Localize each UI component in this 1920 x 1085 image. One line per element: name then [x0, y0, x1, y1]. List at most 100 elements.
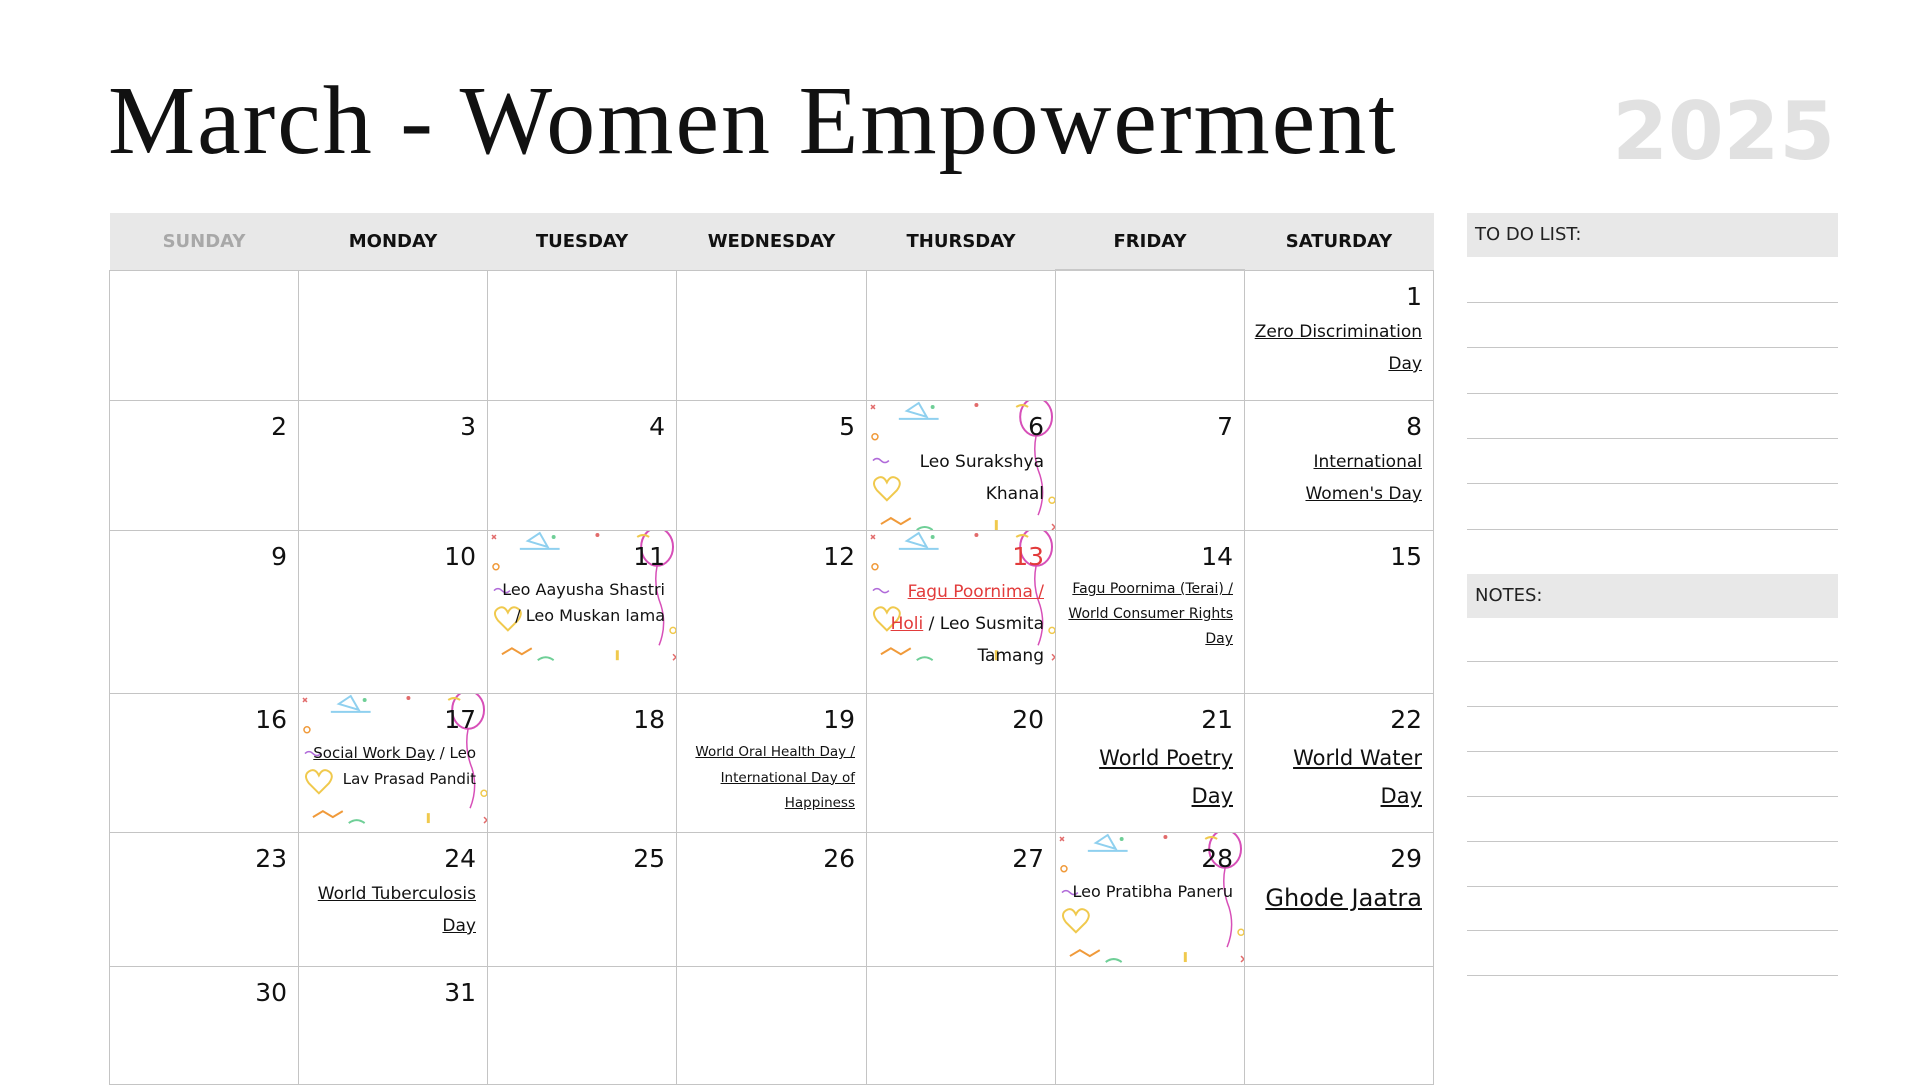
week-row: 30 31 — [109, 965, 1434, 1085]
week-row: 9 10 11 Leo Aayusha Shastri / Leo Muskan… — [109, 529, 1434, 694]
week-row: 23 24 World Tuberculosis Day 25 26 27 28… — [109, 831, 1434, 967]
day-cell-27[interactable]: 27 — [866, 831, 1056, 967]
day-cell-empty — [866, 965, 1056, 1085]
day-number-holiday: 13 — [1012, 541, 1044, 571]
event-social-work-day: Social Work Day / Leo Lav Prasad Pandit — [299, 736, 487, 793]
day-number: 29 — [1390, 843, 1422, 873]
day-number: 2 — [271, 411, 287, 441]
day-number: 20 — [1012, 704, 1044, 734]
day-number: 11 — [633, 541, 665, 571]
day-number: 30 — [255, 977, 287, 1007]
day-cell-13[interactable]: 13 Fagu Poornima / Holi / Leo Susmita Ta… — [866, 529, 1056, 694]
notes-line[interactable] — [1467, 841, 1838, 842]
todo-line[interactable] — [1467, 393, 1838, 394]
day-cell-empty — [1055, 269, 1245, 401]
notes-line[interactable] — [1467, 886, 1838, 887]
day-number: 26 — [823, 843, 855, 873]
event-birthday: Leo Pratibha Paneru — [1072, 882, 1233, 901]
day-cell-23[interactable]: 23 — [109, 831, 299, 967]
weekday-friday: FRIDAY — [1055, 213, 1245, 270]
day-number: 23 — [255, 843, 287, 873]
day-cell-1[interactable]: 1 Zero Discrimination Day — [1244, 269, 1434, 401]
event-world-tuberculosis-day[interactable]: World Tuberculosis Day — [299, 875, 487, 943]
day-cell-31[interactable]: 31 — [298, 965, 488, 1085]
day-number: 3 — [460, 411, 476, 441]
social-work-day-link[interactable]: Social Work Day — [313, 744, 435, 762]
notes-line[interactable] — [1467, 751, 1838, 752]
day-cell-26[interactable]: 26 — [676, 831, 867, 967]
event-zero-discrimination-day[interactable]: Zero Discrimination Day — [1245, 313, 1433, 381]
day-number: 5 — [839, 411, 855, 441]
day-number: 1 — [1406, 281, 1422, 311]
event-holi: Fagu Poornima / Holi / Leo Susmita Taman… — [867, 573, 1055, 673]
day-number: 14 — [1201, 541, 1233, 571]
notes-line[interactable] — [1467, 796, 1838, 797]
notes-line[interactable] — [1467, 661, 1838, 662]
todo-line[interactable] — [1467, 347, 1838, 348]
day-number: 19 — [823, 704, 855, 734]
day-cell-22[interactable]: 22 World Water Day — [1244, 692, 1434, 833]
day-cell-empty — [487, 269, 677, 401]
day-cell-empty — [109, 269, 299, 401]
day-number: 27 — [1012, 843, 1044, 873]
day-cell-4[interactable]: 4 — [487, 399, 677, 531]
notes-line[interactable] — [1467, 975, 1838, 976]
day-cell-21[interactable]: 21 World Poetry Day — [1055, 692, 1245, 833]
todo-line[interactable] — [1467, 302, 1838, 303]
event-world-oral-health-day[interactable]: World Oral Health Day / International Da… — [677, 736, 866, 817]
weekday-wednesday: WEDNESDAY — [676, 213, 867, 270]
todo-line[interactable] — [1467, 438, 1838, 439]
event-world-water-day[interactable]: World Water Day — [1245, 736, 1433, 816]
day-cell-29[interactable]: 29 Ghode Jaatra — [1244, 831, 1434, 967]
day-cell-10[interactable]: 10 — [298, 529, 488, 694]
event-world-consumer-rights-day[interactable]: Fagu Poornima (Terai) / World Consumer R… — [1056, 573, 1244, 653]
day-number: 10 — [444, 541, 476, 571]
weekday-header-row: SUNDAY MONDAY TUESDAY WEDNESDAY THURSDAY… — [109, 213, 1434, 270]
notes-line[interactable] — [1467, 930, 1838, 931]
day-cell-3[interactable]: 3 — [298, 399, 488, 531]
day-number: 21 — [1201, 704, 1233, 734]
event-international-womens-day[interactable]: International Women's Day — [1245, 443, 1433, 511]
notes-line[interactable] — [1467, 706, 1838, 707]
day-cell-17[interactable]: 17 Social Work Day / Leo Lav Prasad Pand… — [298, 692, 488, 833]
day-cell-empty — [676, 965, 867, 1085]
calendar-grid: SUNDAY MONDAY TUESDAY WEDNESDAY THURSDAY… — [109, 213, 1434, 1085]
day-cell-11[interactable]: 11 Leo Aayusha Shastri / Leo Muskan lama — [487, 529, 677, 694]
day-cell-25[interactable]: 25 — [487, 831, 677, 967]
page-title: March - Women Empowerment — [108, 67, 1398, 175]
day-cell-18[interactable]: 18 — [487, 692, 677, 833]
weekday-thursday: THURSDAY — [866, 213, 1056, 270]
day-cell-15[interactable]: 15 — [1244, 529, 1434, 694]
event-ghode-jaatra[interactable]: Ghode Jaatra — [1245, 875, 1433, 917]
day-number: 16 — [255, 704, 287, 734]
day-cell-8[interactable]: 8 International Women's Day — [1244, 399, 1434, 531]
day-cell-empty — [1244, 965, 1434, 1085]
day-number: 9 — [271, 541, 287, 571]
day-cell-6[interactable]: 6 Leo Surakshya Khanal — [866, 399, 1056, 531]
day-number: 18 — [633, 704, 665, 734]
day-cell-19[interactable]: 19 World Oral Health Day / International… — [676, 692, 867, 833]
day-cell-empty — [676, 269, 867, 401]
day-number: 4 — [649, 411, 665, 441]
todo-line[interactable] — [1467, 483, 1838, 484]
day-cell-2[interactable]: 2 — [109, 399, 299, 531]
event-birthday: Leo Surakshya Khanal — [919, 452, 1044, 504]
day-cell-12[interactable]: 12 — [676, 529, 867, 694]
day-cell-empty — [298, 269, 488, 401]
day-number: 28 — [1201, 843, 1233, 873]
event-world-poetry-day[interactable]: World Poetry Day — [1056, 736, 1244, 816]
todo-line[interactable] — [1467, 529, 1838, 530]
week-row: 2 3 4 5 6 Leo Surakshya Khanal 7 8 Inter… — [109, 399, 1434, 531]
day-cell-16[interactable]: 16 — [109, 692, 299, 833]
day-cell-14[interactable]: 14 Fagu Poornima (Terai) / World Consume… — [1055, 529, 1245, 694]
day-cell-24[interactable]: 24 World Tuberculosis Day — [298, 831, 488, 967]
day-cell-9[interactable]: 9 — [109, 529, 299, 694]
day-cell-20[interactable]: 20 — [866, 692, 1056, 833]
day-cell-30[interactable]: 30 — [109, 965, 299, 1085]
day-cell-empty — [487, 965, 677, 1085]
week-row: 16 17 Social Work Day / Leo Lav Prasad P… — [109, 692, 1434, 833]
day-cell-5[interactable]: 5 — [676, 399, 867, 531]
event-birthday: Leo Aayusha Shastri / Leo Muskan lama — [502, 580, 665, 625]
day-cell-28[interactable]: 28 Leo Pratibha Paneru — [1055, 831, 1245, 967]
day-cell-7[interactable]: 7 — [1055, 399, 1245, 531]
